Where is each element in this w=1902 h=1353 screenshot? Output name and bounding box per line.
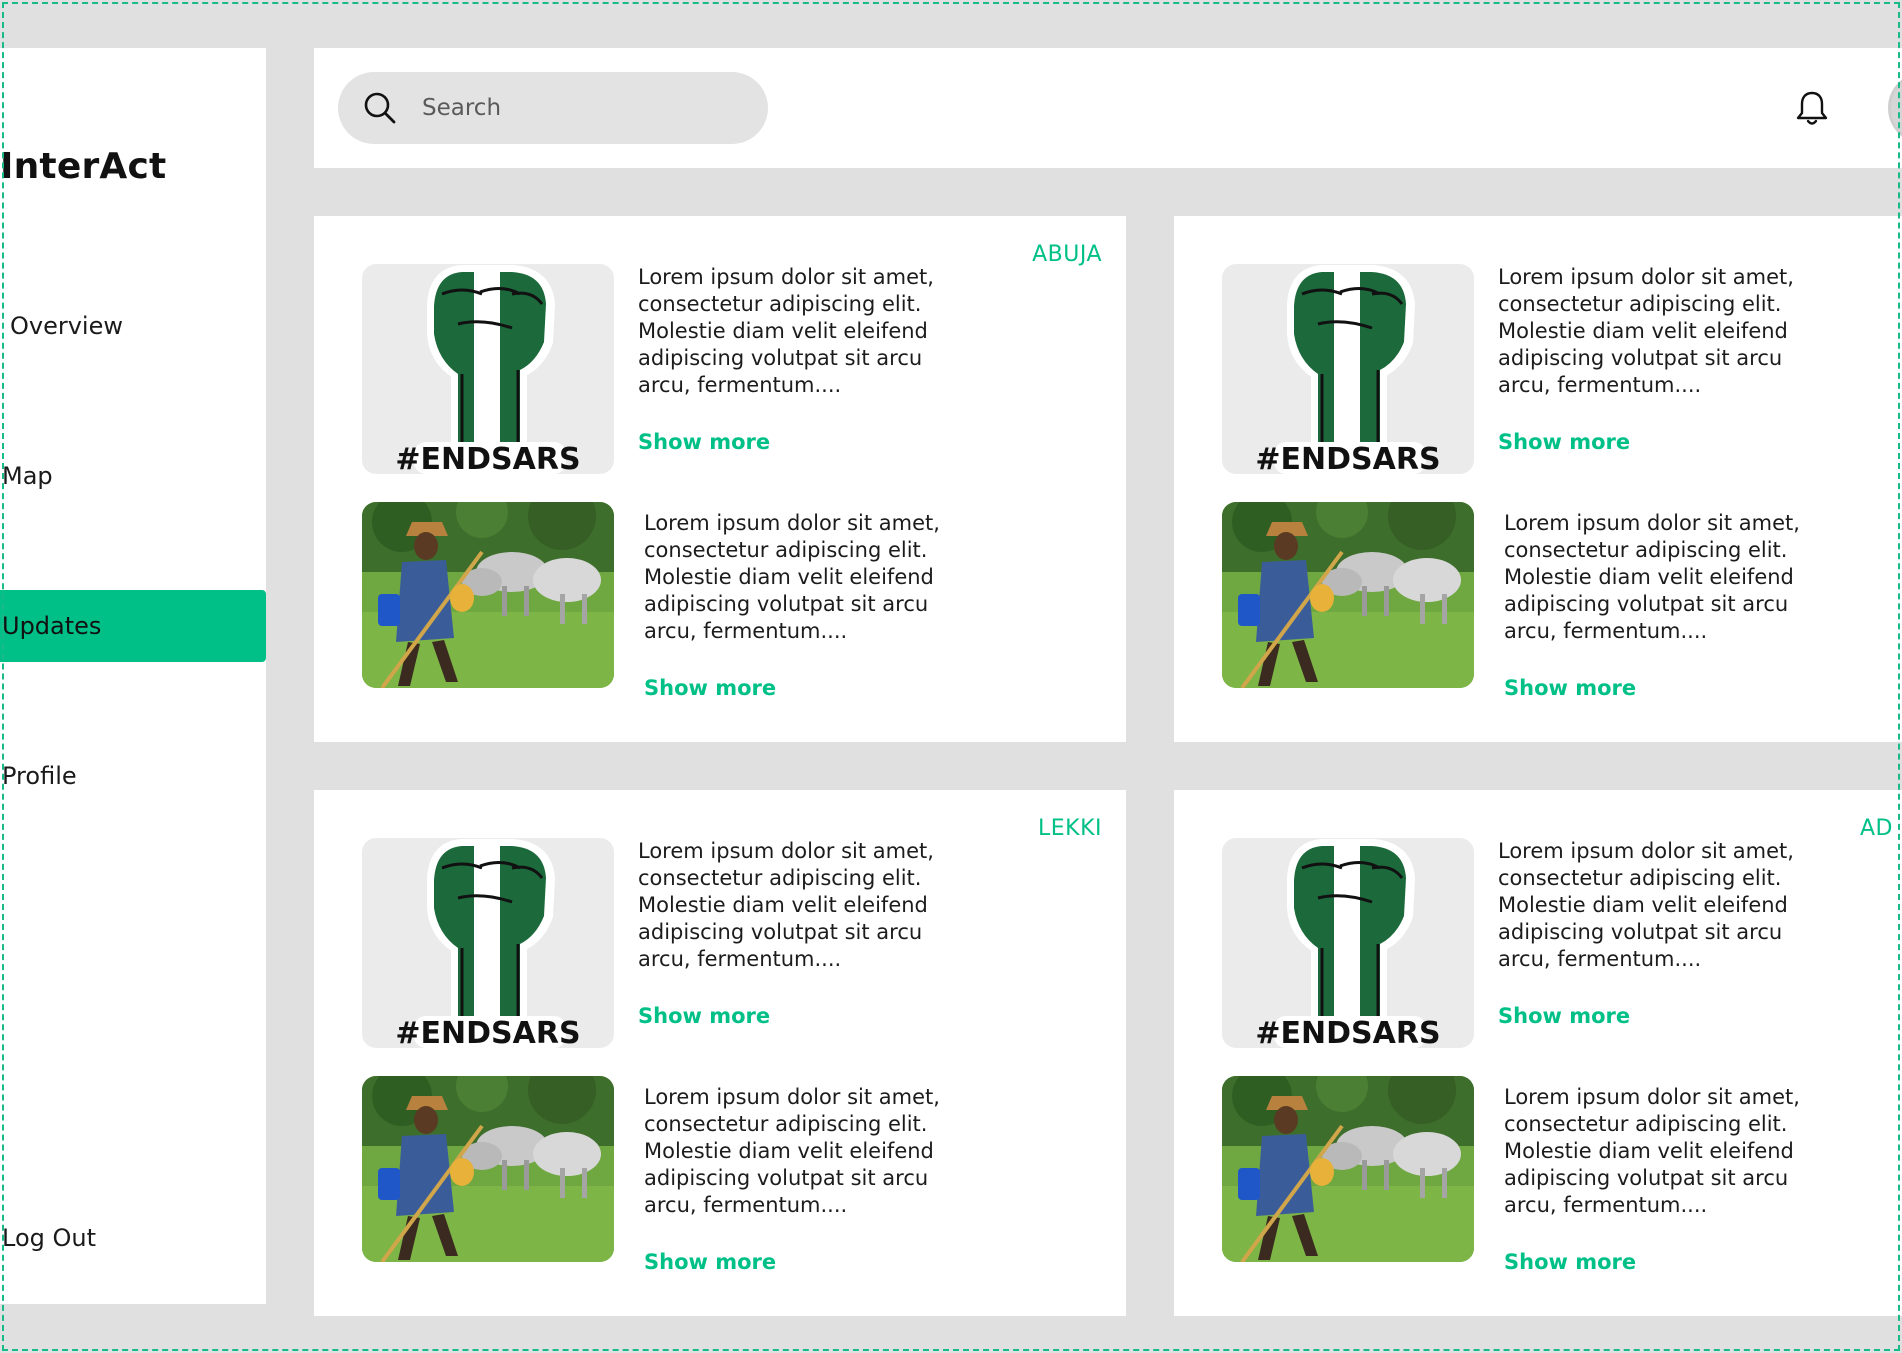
post-text: Lorem ipsum dolor sit amet, consectetur … [1498,265,1794,397]
post-text: Lorem ipsum dolor sit amet, consectetur … [644,511,940,643]
post-text: Lorem ipsum dolor sit amet, consectetur … [644,1085,940,1217]
top-bar [314,48,1902,168]
post-thumbnail[interactable]: #ENDSARS [362,264,614,474]
post-text: Lorem ipsum dolor sit amet, consectetur … [1504,511,1800,643]
post-item: #ENDSARS Lorem ipsum dolor sit amet, cons… [362,838,1092,1048]
search-input[interactable] [422,92,742,124]
update-card: ABUJA #ENDSARS Lorem ipsum dolor sit amet… [314,216,1126,742]
endsars-image-text: #ENDSARS [395,1016,580,1048]
update-card: LEKKI #ENDSARS Lorem ipsum dolor sit amet… [314,790,1126,1316]
post-item: #ENDSARS Lorem ipsum dolor sit amet, cons… [362,264,1092,474]
sidebar-item-overview[interactable]: Overview [0,290,266,362]
endsars-image-text: #ENDSARS [395,442,580,474]
herder-cattle-image [362,1076,614,1262]
post-thumbnail[interactable] [362,1076,614,1262]
show-more-link[interactable]: Show more [638,430,770,454]
sidebar-item-label: Map [2,462,53,490]
post-thumbnail[interactable]: #ENDSARS [1222,838,1474,1048]
endsars-image: #ENDSARS [362,264,614,474]
update-card: AD #ENDSARS Lorem ipsum dolor sit amet, c… [1174,790,1902,1316]
sidebar-item-label: Profile [2,762,77,790]
sidebar-item-updates[interactable]: Updates [0,590,266,662]
show-more-link[interactable]: Show more [644,1250,776,1274]
post-thumbnail[interactable] [1222,1076,1474,1262]
bell-icon[interactable] [1792,88,1832,128]
herder-cattle-image [362,502,614,688]
sidebar-item-profile[interactable]: Profile [0,740,266,812]
endsars-image-text: #ENDSARS [1255,442,1440,474]
show-more-link[interactable]: Show more [644,676,776,700]
endsars-image: #ENDSARS [1222,264,1474,474]
show-more-link[interactable]: Show more [638,1004,770,1028]
search-bar[interactable] [338,72,768,144]
post-thumbnail[interactable]: #ENDSARS [362,838,614,1048]
post-thumbnail[interactable] [1222,502,1474,688]
show-more-link[interactable]: Show more [1498,1004,1630,1028]
post-item: Lorem ipsum dolor sit amet, consectetur … [362,1076,1092,1274]
post-item: Lorem ipsum dolor sit amet, consectetur … [362,502,1092,700]
endsars-image-text: #ENDSARS [1255,1016,1440,1048]
update-card: #ENDSARS Lorem ipsum dolor sit amet, cons… [1174,216,1902,742]
post-text: Lorem ipsum dolor sit amet, consectetur … [638,839,934,971]
sidebar-item-label: Updates [2,612,102,640]
post-thumbnail[interactable]: #ENDSARS [1222,264,1474,474]
post-item: Lorem ipsum dolor sit amet, consectetur … [1222,502,1902,700]
post-text: Lorem ipsum dolor sit amet, consectetur … [638,265,934,397]
post-thumbnail[interactable] [362,502,614,688]
show-more-link[interactable]: Show more [1498,430,1630,454]
app-logo: InterAct [0,146,167,187]
endsars-image: #ENDSARS [362,838,614,1048]
sidebar: InterAct Overview Map Updates Profile Lo… [0,48,266,1304]
herder-cattle-image [1222,502,1474,688]
post-text: Lorem ipsum dolor sit amet, consectetur … [1504,1085,1800,1217]
endsars-image: #ENDSARS [1222,838,1474,1048]
post-text: Lorem ipsum dolor sit amet, consectetur … [1498,839,1794,971]
post-item: Lorem ipsum dolor sit amet, consectetur … [1222,1076,1902,1274]
show-more-link[interactable]: Show more [1504,1250,1636,1274]
sidebar-item-label: Overview [10,312,123,340]
show-more-link[interactable]: Show more [1504,676,1636,700]
logout-button[interactable]: Log Out [0,1202,266,1274]
search-icon [364,92,396,124]
post-item: #ENDSARS Lorem ipsum dolor sit amet, cons… [1222,264,1902,474]
logout-label: Log Out [2,1224,97,1252]
herder-cattle-image [1222,1076,1474,1262]
post-item: #ENDSARS Lorem ipsum dolor sit amet, cons… [1222,838,1902,1048]
sidebar-item-map[interactable]: Map [0,440,266,512]
avatar[interactable] [1888,72,1902,144]
